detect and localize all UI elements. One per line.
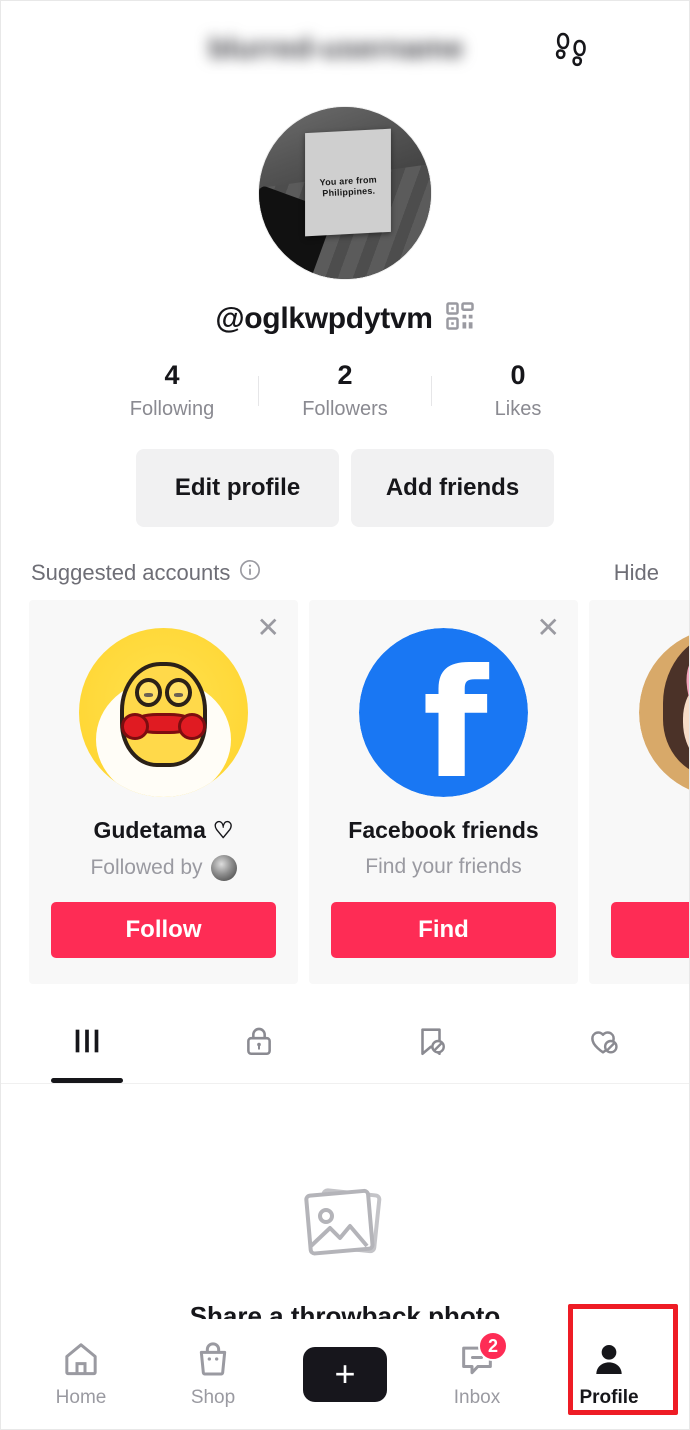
account-subtitle-group: Followed by [90, 855, 237, 881]
followers-count: 2 [337, 360, 353, 390]
suggested-account-card[interactable]: ✕ -💅Av Follow F [589, 600, 689, 984]
suggested-title-group: Suggested accounts [31, 559, 261, 586]
profile-stats: 4 Following 2 Followers 0 Likes [1, 360, 689, 421]
qr-code-icon[interactable] [445, 301, 475, 336]
nav-profile[interactable]: Profile [554, 1339, 664, 1409]
avatar-note-text: You are from Philippines. [319, 174, 377, 199]
nav-inbox-label: Inbox [453, 1387, 501, 1408]
tab-private[interactable] [173, 998, 345, 1083]
following-label: Following [129, 398, 215, 420]
hamburger-menu-icon[interactable] [625, 36, 663, 62]
account-subtitle: Followed by [90, 856, 203, 879]
avatar-container: You are from Philippines. [1, 107, 689, 279]
content-tabs [1, 998, 689, 1084]
photo-stack-icon [290, 1176, 400, 1277]
page-title: blurred-username [208, 32, 464, 65]
suggested-accounts-carousel[interactable]: ✕ Gudetama ♡ Followed by Follow ✕ f Face… [1, 600, 689, 984]
empty-state: Share a throwback photo [1, 1176, 689, 1332]
tiktok-profile-screen: blurred-username You are from Philippine… [0, 0, 690, 1430]
top-header: blurred-username [1, 1, 689, 97]
account-name-group: Gudetama ♡ [93, 817, 233, 844]
suggested-accounts-header: Suggested accounts Hide [1, 559, 689, 586]
nav-home[interactable]: Home [26, 1339, 136, 1409]
account-name-group: Facebook friends [348, 817, 538, 844]
stat-likes[interactable]: 0 Likes [432, 360, 604, 421]
tab-saved[interactable] [345, 998, 517, 1083]
avatar[interactable]: You are from Philippines. [259, 107, 431, 279]
heart-outline-icon: ♡ [212, 817, 234, 843]
account-subtitle: Find your friends [365, 855, 522, 878]
tab-videos[interactable] [1, 998, 173, 1083]
hide-suggestions-button[interactable]: Hide [614, 560, 659, 586]
likes-count: 0 [510, 360, 526, 390]
suggested-accounts-label: Suggested accounts [31, 559, 231, 585]
facebook-logo-avatar[interactable]: f [359, 628, 528, 797]
stat-following[interactable]: 4 Following [86, 360, 258, 421]
find-button[interactable]: Find [331, 902, 556, 958]
mutual-follower-avatar [210, 855, 237, 881]
suggested-account-card[interactable]: ✕ Gudetama ♡ Followed by Follow [29, 600, 298, 984]
likes-label: Likes [494, 398, 542, 420]
suggested-account-card[interactable]: ✕ f Facebook friends Find your friends F… [309, 600, 578, 984]
header-actions [553, 28, 663, 70]
create-plus-icon[interactable]: + [296, 1346, 394, 1402]
nav-profile-label: Profile [579, 1387, 639, 1408]
account-subtitle-group: Find your friends [365, 855, 521, 879]
username-row: @oglkwpdytvm [1, 301, 689, 336]
followers-label: Followers [302, 398, 388, 420]
edit-profile-button[interactable]: Edit profile [136, 449, 339, 527]
stat-followers[interactable]: 2 Followers [259, 360, 431, 421]
inbox-badge: 2 [478, 1331, 508, 1361]
add-friends-button[interactable]: Add friends [351, 449, 554, 527]
tab-liked[interactable] [517, 998, 689, 1083]
nav-shop-label: Shop [190, 1387, 236, 1408]
anime-girl-avatar[interactable] [639, 628, 689, 797]
close-icon[interactable]: ✕ [537, 614, 560, 642]
profile-actions: Edit profile Add friends [1, 449, 689, 527]
nav-inbox[interactable]: 2 Inbox [422, 1331, 532, 1409]
account-name: Gudetama [93, 817, 206, 843]
account-name: Facebook friends [348, 817, 539, 843]
info-icon[interactable] [239, 559, 261, 586]
gudetama-avatar[interactable] [79, 628, 248, 797]
nav-shop[interactable]: Shop [158, 1339, 268, 1409]
active-tab-underline [51, 1078, 123, 1083]
follow-button[interactable]: F [611, 902, 689, 958]
nav-create[interactable]: + [290, 1346, 400, 1402]
follow-button[interactable]: Follow [51, 902, 276, 958]
username: @oglkwpdytvm [215, 301, 433, 335]
close-icon[interactable]: ✕ [257, 614, 280, 642]
bottom-navigation: Home Shop + 2 Inbox Profile [1, 1319, 689, 1429]
following-count: 4 [164, 360, 180, 390]
nav-home-label: Home [55, 1387, 107, 1408]
footprints-icon[interactable] [553, 28, 593, 70]
